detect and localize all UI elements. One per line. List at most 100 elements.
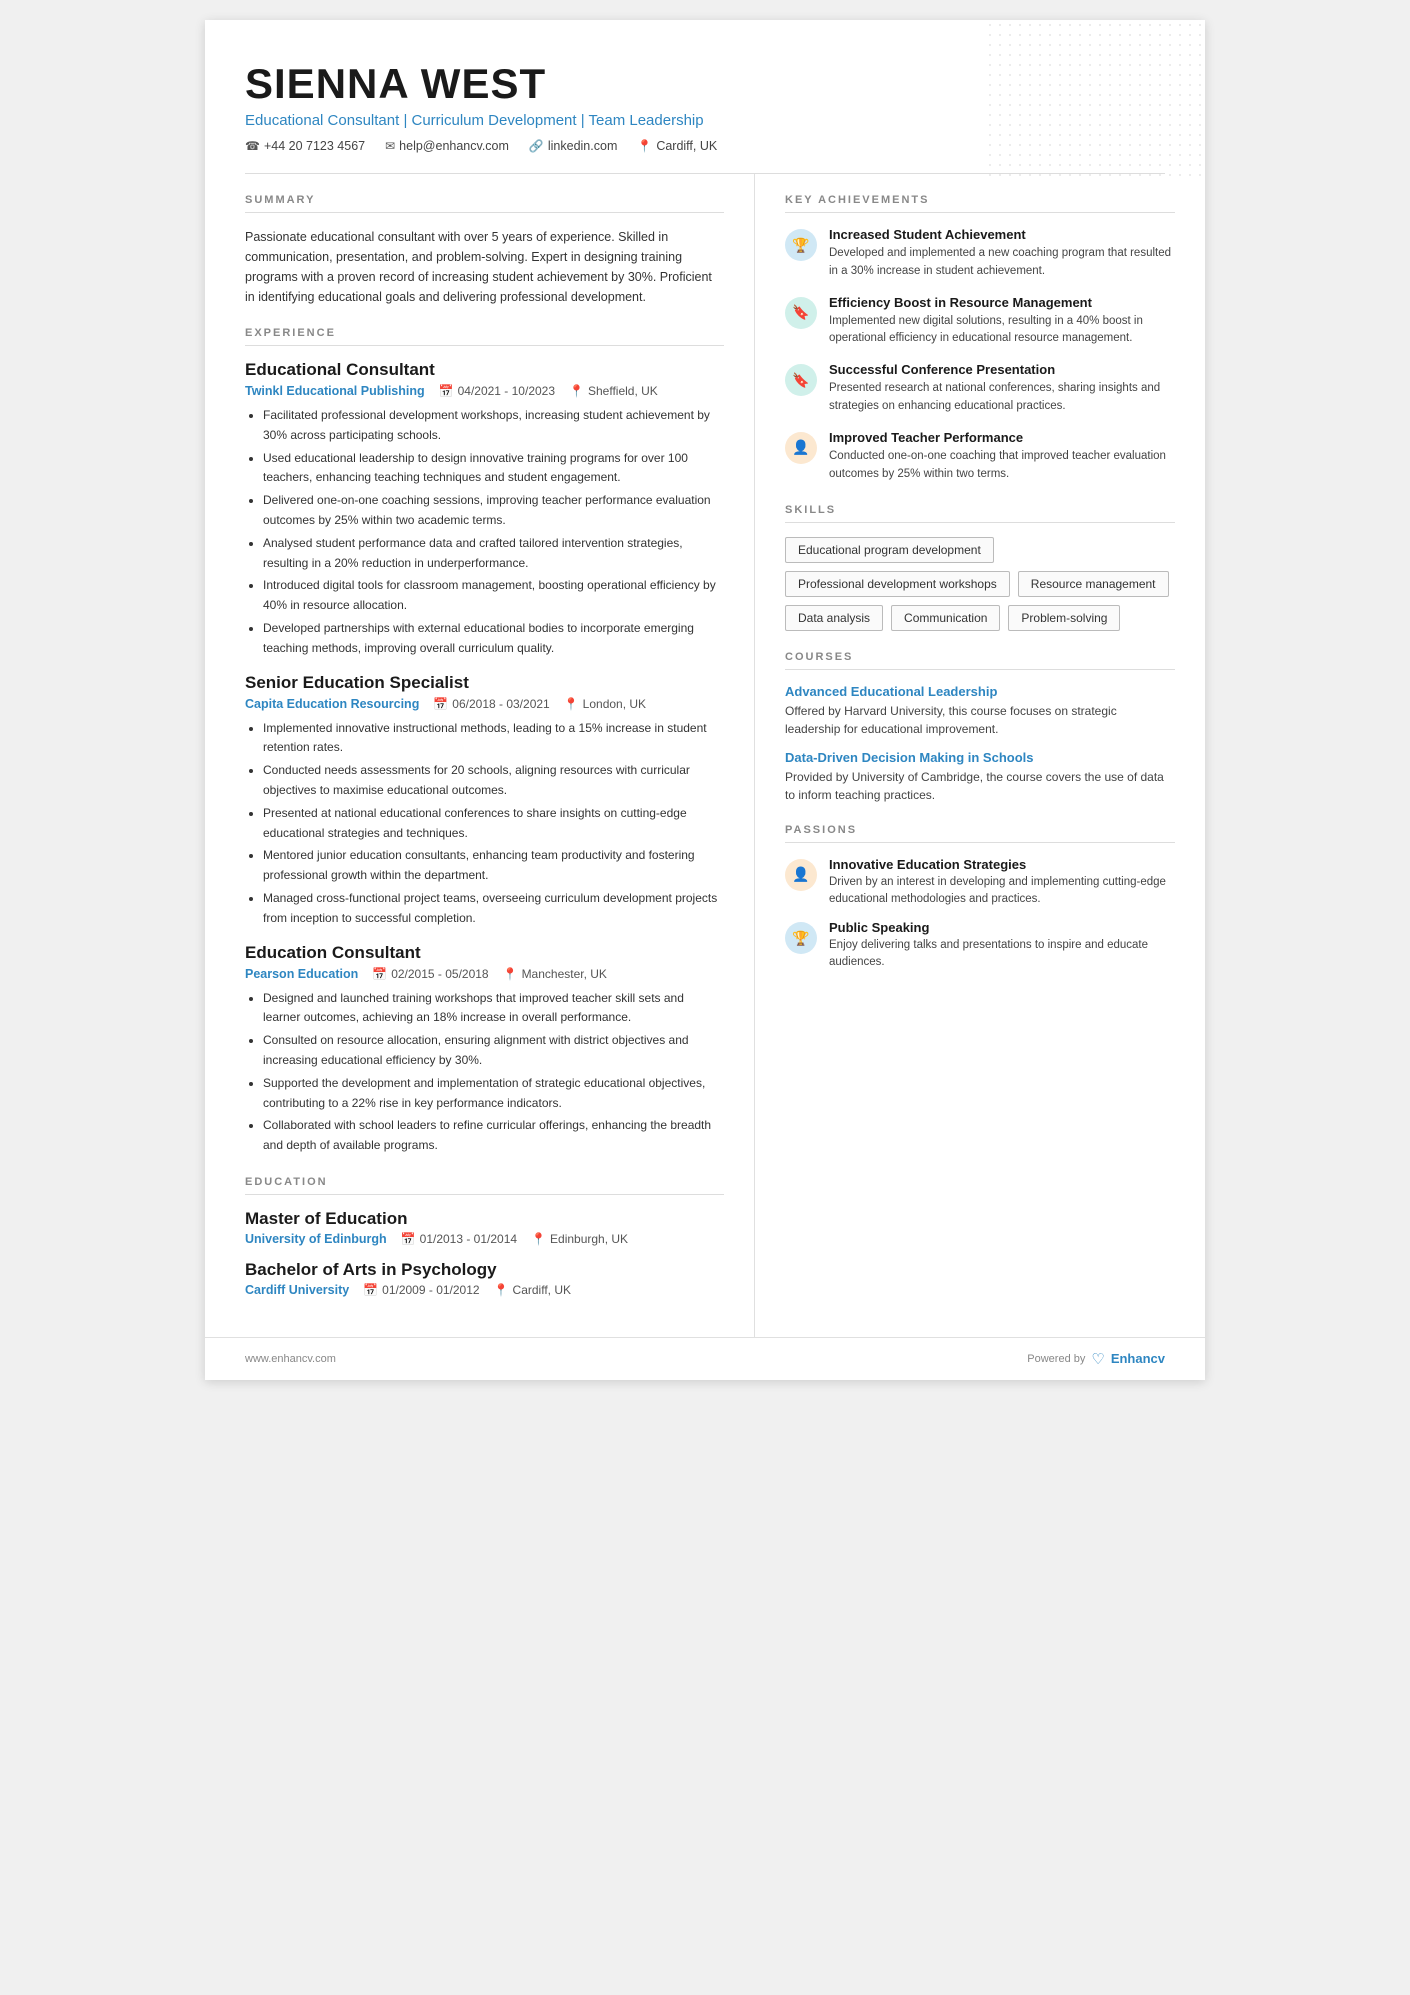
edu-entry-2: Bachelor of Arts in Psychology Cardiff U…	[245, 1260, 724, 1297]
skill-tag-1: Educational program development	[785, 537, 994, 563]
pin-edu-icon-2: 📍	[494, 1283, 509, 1297]
course-desc-1: Offered by Harvard University, this cour…	[785, 702, 1175, 738]
course-item-2: Data-Driven Decision Making in Schools P…	[785, 750, 1175, 804]
job-meta-3: Pearson Education 📅 02/2015 - 05/2018 📍 …	[245, 967, 724, 981]
passion-desc-1: Driven by an interest in developing and …	[829, 874, 1175, 909]
calendar-icon-1: 📅	[439, 384, 454, 398]
courses-section-title: COURSES	[785, 651, 1175, 670]
job-title-2: Senior Education Specialist	[245, 673, 724, 693]
edu-entry-1: Master of Education University of Edinbu…	[245, 1209, 724, 1246]
job-entry-2: Senior Education Specialist Capita Educa…	[245, 673, 724, 929]
achievement-content-3: Successful Conference Presentation Prese…	[829, 362, 1175, 416]
cal-edu-icon-2: 📅	[363, 1283, 378, 1297]
ach-title-3: Successful Conference Presentation	[829, 362, 1175, 377]
passion-title-2: Public Speaking	[829, 920, 1175, 935]
passion-item-2: 🏆 Public Speaking Enjoy delivering talks…	[785, 920, 1175, 972]
passion-icon-1: 👤	[785, 859, 817, 891]
bullet-1-6: Developed partnerships with external edu…	[263, 619, 724, 659]
calendar-icon-2: 📅	[433, 697, 448, 711]
resume-container: SIENNA WEST Educational Consultant | Cur…	[205, 20, 1205, 1380]
ach-title-1: Increased Student Achievement	[829, 227, 1175, 242]
achievements-section-title: KEY ACHIEVEMENTS	[785, 194, 1175, 213]
job-title-1: Educational Consultant	[245, 360, 724, 380]
skills-grid: Educational program development Professi…	[785, 537, 1175, 631]
achievement-content-1: Increased Student Achievement Developed …	[829, 227, 1175, 281]
job-location-3: 📍 Manchester, UK	[503, 967, 607, 981]
ach-desc-4: Conducted one-on-one coaching that impro…	[829, 448, 1175, 484]
bullet-3-1: Designed and launched training workshops…	[263, 989, 724, 1029]
email-icon: ✉	[385, 139, 395, 153]
contact-location: 📍 Cardiff, UK	[637, 139, 717, 153]
pin-edu-icon-1: 📍	[531, 1232, 546, 1246]
bullet-1-5: Introduced digital tools for classroom m…	[263, 576, 724, 616]
footer-url: www.enhancv.com	[245, 1353, 336, 1365]
experience-section-title: EXPERIENCE	[245, 327, 724, 346]
achievement-item-3: 🔖 Successful Conference Presentation Pre…	[785, 362, 1175, 416]
link-icon: 🔗	[529, 139, 544, 153]
bullet-2-3: Presented at national educational confer…	[263, 804, 724, 844]
course-desc-2: Provided by University of Cambridge, the…	[785, 768, 1175, 804]
calendar-icon-3: 📅	[372, 967, 387, 981]
summary-section-title: SUMMARY	[245, 194, 724, 213]
edu-meta-2: Cardiff University 📅 01/2009 - 01/2012 📍…	[245, 1283, 724, 1297]
course-item-1: Advanced Educational Leadership Offered …	[785, 684, 1175, 738]
job-bullets-2: Implemented innovative instructional met…	[245, 719, 724, 929]
edu-degree-2: Bachelor of Arts in Psychology	[245, 1260, 724, 1280]
linkedin-url: linkedin.com	[548, 139, 617, 153]
bullet-3-2: Consulted on resource allocation, ensuri…	[263, 1031, 724, 1071]
skills-section-title: SKILLS	[785, 504, 1175, 523]
contact-line: ☎ +44 20 7123 4567 ✉ help@enhancv.com 🔗 …	[245, 139, 1165, 153]
ach-desc-1: Developed and implemented a new coaching…	[829, 245, 1175, 281]
pin-icon-2: 📍	[564, 697, 579, 711]
edu-institution-2: Cardiff University	[245, 1283, 349, 1297]
edu-institution-1: University of Edinburgh	[245, 1232, 387, 1246]
powered-by-text: Powered by	[1027, 1353, 1085, 1365]
course-title-1: Advanced Educational Leadership	[785, 684, 1175, 699]
skill-tag-6: Problem-solving	[1008, 605, 1120, 631]
location-icon: 📍	[637, 139, 652, 153]
cal-edu-icon-1: 📅	[401, 1232, 416, 1246]
footer-brand: Powered by ♡ Enhancv	[1027, 1350, 1165, 1368]
job-entry-3: Education Consultant Pearson Education 📅…	[245, 943, 724, 1156]
company-name-3: Pearson Education	[245, 967, 358, 981]
skill-tag-3: Resource management	[1018, 571, 1169, 597]
contact-linkedin: 🔗 linkedin.com	[529, 139, 617, 153]
education-section-title: EDUCATION	[245, 1176, 724, 1195]
left-column: SUMMARY Passionate educational consultan…	[205, 174, 755, 1337]
skill-tag-5: Communication	[891, 605, 1000, 631]
passion-title-1: Innovative Education Strategies	[829, 857, 1175, 872]
achievement-content-2: Efficiency Boost in Resource Management …	[829, 295, 1175, 349]
achievement-icon-3: 🔖	[785, 364, 817, 396]
pin-icon-3: 📍	[503, 967, 518, 981]
bullet-3-3: Supported the development and implementa…	[263, 1074, 724, 1114]
company-name-2: Capita Education Resourcing	[245, 697, 419, 711]
achievement-icon-4: 👤	[785, 432, 817, 464]
bullet-1-3: Delivered one-on-one coaching sessions, …	[263, 491, 724, 531]
bullet-2-1: Implemented innovative instructional met…	[263, 719, 724, 759]
job-dates-3: 📅 02/2015 - 05/2018	[372, 967, 488, 981]
phone-icon: ☎	[245, 139, 260, 153]
pin-icon-1: 📍	[569, 384, 584, 398]
job-meta-1: Twinkl Educational Publishing 📅 04/2021 …	[245, 384, 724, 398]
job-title-3: Education Consultant	[245, 943, 724, 963]
bullet-3-4: Collaborated with school leaders to refi…	[263, 1116, 724, 1156]
bullet-1-2: Used educational leadership to design in…	[263, 449, 724, 489]
ach-desc-3: Presented research at national conferenc…	[829, 380, 1175, 416]
body-section: SUMMARY Passionate educational consultan…	[205, 174, 1205, 1337]
heart-icon: ♡	[1091, 1350, 1104, 1368]
header-section: SIENNA WEST Educational Consultant | Cur…	[205, 20, 1205, 173]
job-dates-2: 📅 06/2018 - 03/2021	[433, 697, 549, 711]
achievement-item-2: 🔖 Efficiency Boost in Resource Managemen…	[785, 295, 1175, 349]
ach-desc-2: Implemented new digital solutions, resul…	[829, 313, 1175, 349]
bullet-2-4: Mentored junior education consultants, e…	[263, 846, 724, 886]
job-meta-2: Capita Education Resourcing 📅 06/2018 - …	[245, 697, 724, 711]
job-entry-1: Educational Consultant Twinkl Educationa…	[245, 360, 724, 659]
job-location-2: 📍 London, UK	[564, 697, 646, 711]
passion-content-2: Public Speaking Enjoy delivering talks a…	[829, 920, 1175, 972]
bullet-2-5: Managed cross-functional project teams, …	[263, 889, 724, 929]
ach-title-4: Improved Teacher Performance	[829, 430, 1175, 445]
edu-location-1: 📍 Edinburgh, UK	[531, 1232, 628, 1246]
summary-text: Passionate educational consultant with o…	[245, 227, 724, 307]
job-location-1: 📍 Sheffield, UK	[569, 384, 658, 398]
bullet-1-4: Analysed student performance data and cr…	[263, 534, 724, 574]
